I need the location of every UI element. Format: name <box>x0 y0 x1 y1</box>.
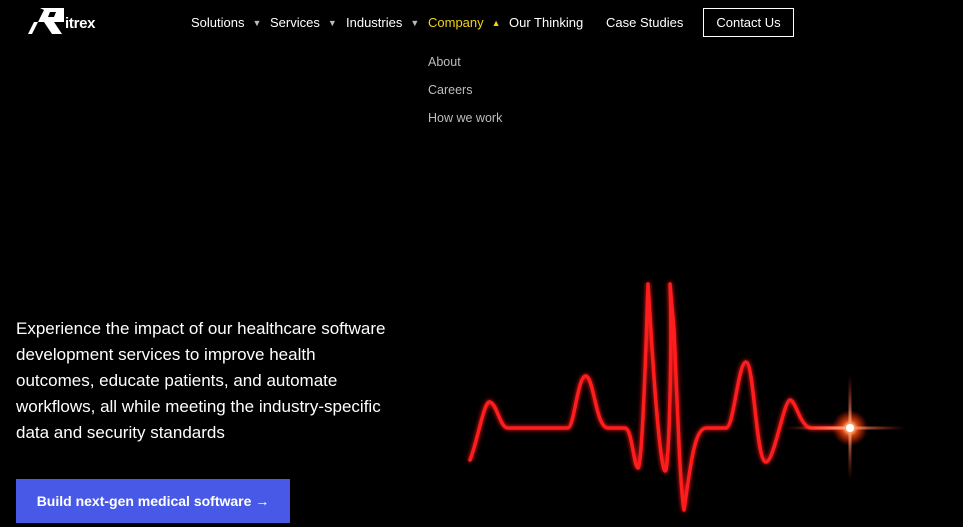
glow-flare-core <box>846 424 854 432</box>
nav-item-label: Services <box>270 15 320 30</box>
chevron-down-icon: ▼ <box>252 18 262 28</box>
nav-item-label: Industries <box>346 15 403 30</box>
hero-description: Experience the impact of our healthcare … <box>16 319 386 442</box>
nav-item-label: Solutions <box>191 15 245 30</box>
nav-item-label: Our Thinking <box>509 15 584 30</box>
dropdown-item-how-we-work[interactable]: How we work <box>428 111 502 139</box>
itrex-logo-icon <box>28 8 64 34</box>
build-medical-software-button[interactable]: Build next-gen medical software → <box>16 479 290 523</box>
heartbeat-line <box>468 282 852 512</box>
heartbeat-line-graphic <box>468 282 905 512</box>
glow-flare-horizontal <box>785 426 905 430</box>
nav-item-company[interactable]: Company ▲ <box>428 15 501 31</box>
nav-item-services[interactable]: Services ▼ <box>270 15 337 31</box>
nav-item-label: Case Studies <box>606 15 684 30</box>
contact-us-button[interactable]: Contact Us <box>703 8 794 37</box>
itrex-logo[interactable]: itrex <box>28 8 95 34</box>
nav-item-industries[interactable]: Industries ▼ <box>346 15 419 31</box>
nav-item-label: Company <box>428 15 484 30</box>
nav-item-case-studies[interactable]: Case Studies <box>606 15 683 31</box>
chevron-down-icon: ▼ <box>410 18 420 28</box>
company-dropdown-menu: About Careers How we work <box>428 55 502 139</box>
nav-item-solutions[interactable]: Solutions ▼ <box>191 15 261 31</box>
chevron-up-icon: ▲ <box>491 18 501 28</box>
dropdown-item-about[interactable]: About <box>428 55 502 83</box>
dropdown-item-careers[interactable]: Careers <box>428 83 502 111</box>
chevron-down-icon: ▼ <box>327 18 337 28</box>
logo-text: itrex <box>65 15 96 32</box>
nav-item-our-thinking[interactable]: Our Thinking <box>509 15 583 31</box>
